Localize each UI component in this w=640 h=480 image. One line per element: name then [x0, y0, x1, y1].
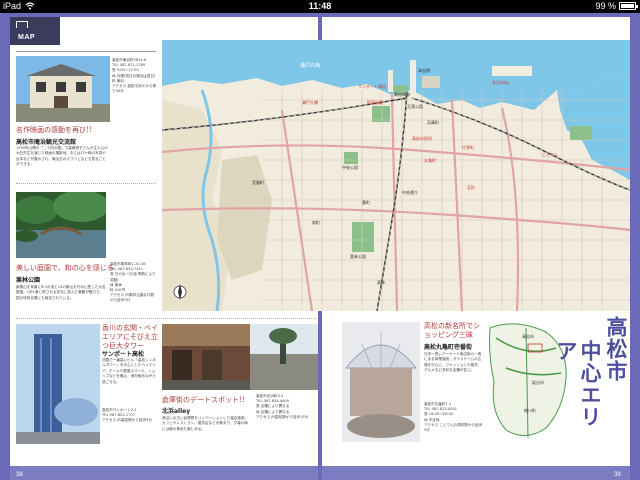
- aji-info: 高松市庵治町5824-6 TEL 087-871-1769 営 9:00〜17:…: [112, 58, 157, 94]
- marugame-info: 高松市丸亀町1-1 TEL 087-823-0001 営 10:00〜20:00…: [424, 402, 483, 433]
- map-label: JR高松駅: [367, 100, 383, 105]
- inset-label: 綾川町: [524, 408, 536, 413]
- map-label: 片原町: [462, 145, 474, 150]
- map-label: 扇町: [312, 220, 320, 225]
- map-label: サンポート高松: [358, 84, 386, 89]
- map-label: 北浜alley: [492, 80, 510, 85]
- aji-name: 高松市庵治観光交流館: [16, 139, 77, 146]
- right-page-footer: [322, 466, 630, 480]
- area-title-line1: 高松市: [604, 316, 628, 382]
- right-page-number: 39: [614, 472, 621, 478]
- map-label: 高松城跡: [394, 92, 410, 97]
- marugame-body: 日本一長いアーケード商店街の一角にある商業施設。ガラスドームの広場を中心に、ファ…: [424, 352, 482, 373]
- map-label: 瀬戸大橋: [302, 100, 318, 105]
- status-bar: iPad 11:48 99 %: [0, 0, 640, 13]
- map-label: 中央通り: [402, 190, 418, 195]
- marugame-title: 高松の新名所でショッピング三昧: [424, 322, 480, 339]
- map-label: 高松港: [418, 68, 430, 73]
- sunport-tower-photo: [16, 324, 100, 444]
- kitahama-title: 倉庫街のデートスポット!!: [162, 396, 245, 404]
- marugame-dome-photo: [342, 322, 420, 442]
- sunport-name: サンポート高松: [102, 351, 145, 358]
- map-label: 宮脇町: [252, 180, 264, 185]
- map-label: ことでん: [542, 152, 558, 157]
- sunport-title: 香川の玄関・ベイエリアにそびえ立つ巨大タワー: [102, 324, 158, 350]
- section-divider: [16, 318, 316, 319]
- ritsurin-body: 紫雲山を背景に6つの池と13の築山を巧みに配した大名庭園。1歩1景と称される変化…: [16, 285, 106, 300]
- map-graphic: [162, 40, 630, 311]
- area-title: 高松市 中心エリア: [554, 316, 628, 446]
- kitahama-body: 港沿いの古い倉庫群をリノベーションした複合施設。カフェやレストラン、雑貨店などが…: [162, 416, 249, 431]
- city-map[interactable]: 瀬戸内海 高松港 高松城跡 JR高松駅 瀬戸大橋 高松市役所 中央公園 栗林公園…: [162, 40, 630, 311]
- map-label: 栗林: [377, 280, 385, 285]
- aji-body: 1959年公開の『二十四の瞳』で高峰秀子さんが主人公の大石先生を演じた映画の撮影…: [16, 146, 108, 167]
- ritsurin-name: 栗林公園: [16, 277, 41, 284]
- map-sea-label: 瀬戸内海: [300, 63, 321, 69]
- inset-label: 高松市: [522, 334, 534, 339]
- map-label: 高松市役所: [412, 136, 432, 141]
- ritsurin-garden-photo: [16, 192, 106, 258]
- inset-label: 坂出市: [532, 380, 544, 385]
- map-label: 中央公園: [342, 165, 358, 170]
- map-label: 番町: [362, 200, 370, 205]
- map-label: 丸亀町: [424, 158, 436, 163]
- kitahama-street-photo: [250, 324, 318, 390]
- kitahama-info: 高松市北浜町3-2 TEL 087-834-4609 営 店舗により異なる 休 …: [256, 394, 309, 419]
- sunport-info: 高松市サンポート2-1 TEL 087-822-1707 アクセス JR高松駅か…: [102, 408, 152, 423]
- map-label: 玉藻公園: [407, 104, 423, 109]
- aji-title: 名作映画の感動を再び!!: [16, 126, 92, 134]
- map-label: 栗林公園: [350, 254, 366, 259]
- left-page-number: 38: [16, 472, 23, 478]
- ritsurin-info: 高松市栗林町1-20-16 TEL 087-833-7411 営 日の出〜日没(…: [110, 262, 156, 303]
- aji-house-photo: [16, 56, 110, 122]
- map-label: 瓦町: [467, 185, 475, 190]
- section-divider: [16, 51, 156, 52]
- kitahama-alley-photo: [162, 324, 250, 390]
- battery-icon: [619, 2, 638, 10]
- marugame-name: 高松丸亀町壱番街: [424, 344, 473, 351]
- map-tag-label: MAP: [18, 34, 36, 41]
- battery-percent: 99 %: [595, 1, 616, 11]
- clock: 11:48: [308, 1, 332, 11]
- section-divider: [16, 183, 156, 184]
- kitahama-name: 北浜alley: [162, 408, 191, 415]
- map-section-tag: MAP: [10, 17, 60, 45]
- map-label: 兵庫町: [427, 120, 439, 125]
- sunport-body: 四国で一番高いビル「高松シンボルタワー」を中心としたベイエリア。ホールや展望スペ…: [102, 358, 156, 384]
- left-page-footer: [10, 466, 318, 480]
- area-title-line2: 中心エリア: [554, 340, 602, 428]
- status-right: 99 %: [595, 1, 638, 11]
- ritsurin-title: 美しい庭園で、和の心を感じる: [16, 264, 114, 272]
